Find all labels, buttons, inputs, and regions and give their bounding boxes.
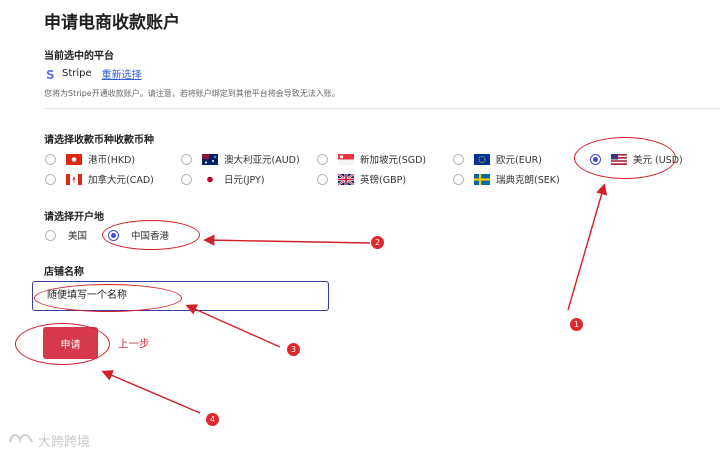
watermark: 大跨跨境 (8, 430, 90, 450)
watermark-logo-icon (8, 430, 34, 450)
annotation-arrow-1 (567, 183, 608, 311)
annotation-badge-4: 4 (206, 413, 219, 426)
annotation-badge-1: 1 (570, 318, 583, 331)
annotation-badge-3: 3 (287, 343, 300, 356)
annotation-badge-2: 2 (371, 236, 384, 249)
annotation-arrow-3 (185, 304, 281, 348)
annotation-arrow-4 (101, 370, 201, 414)
annotation-arrow-2 (203, 234, 371, 246)
watermark-text: 大跨跨境 (38, 434, 91, 450)
annotation-arrows (101, 183, 608, 414)
